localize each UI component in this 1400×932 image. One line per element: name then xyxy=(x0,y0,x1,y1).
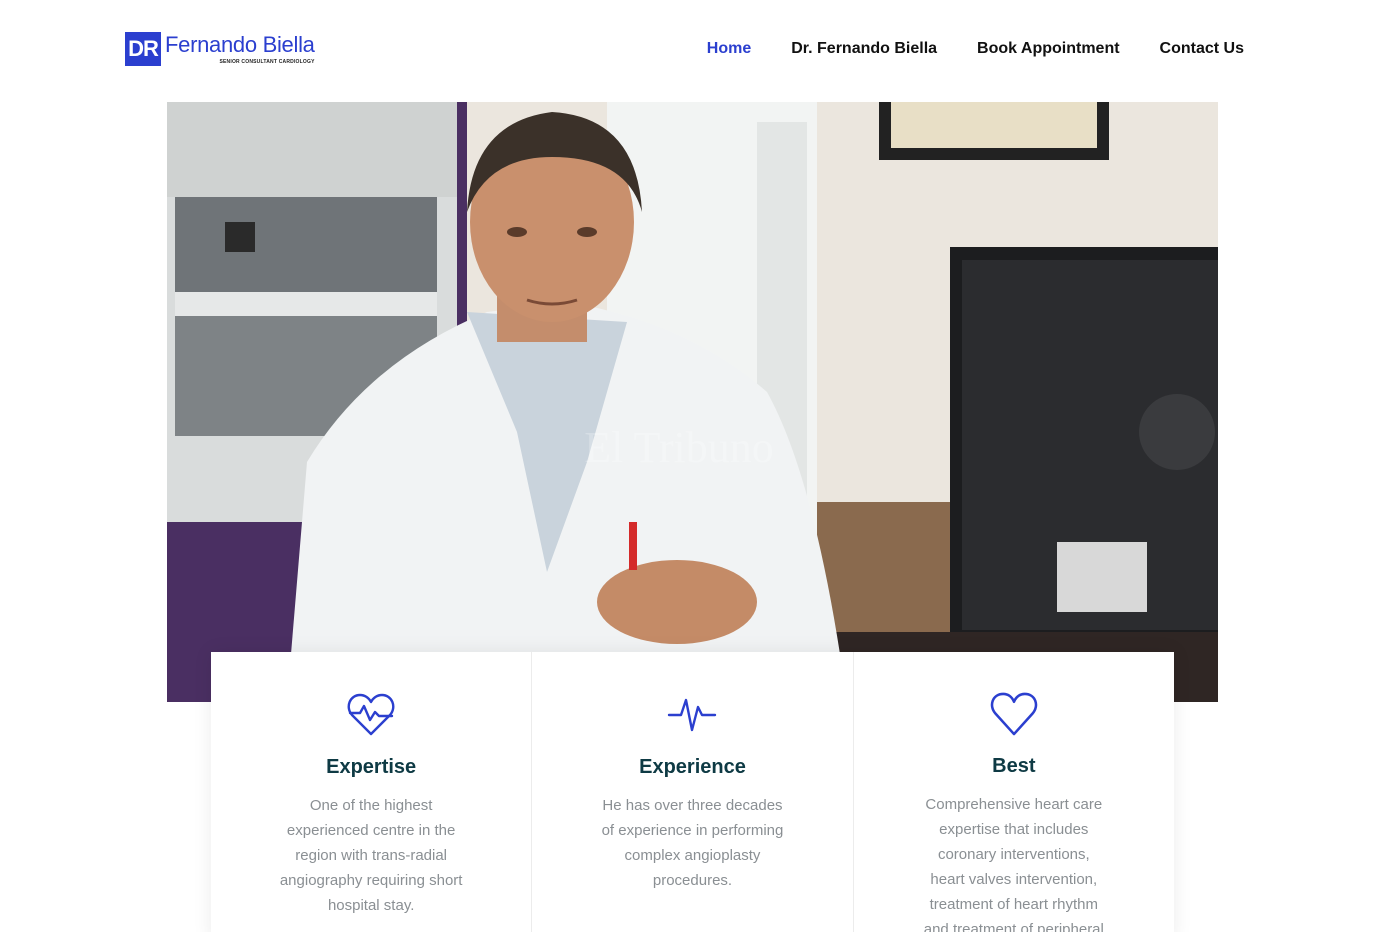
site-header: DR Fernando Biella SENIOR CONSULTANT CAR… xyxy=(0,0,1400,102)
feature-card-expertise: Expertise One of the highest experienced… xyxy=(211,652,533,932)
feature-card-best: Best Comprehensive heart care expertise … xyxy=(854,652,1174,932)
nav-link-dr-fernando-biella[interactable]: Dr. Fernando Biella xyxy=(791,38,937,60)
site-logo[interactable]: DR Fernando Biella SENIOR CONSULTANT CAR… xyxy=(125,32,315,66)
feature-text: Comprehensive heart care expertise that … xyxy=(923,796,1104,932)
logo-badge: DR xyxy=(125,32,161,66)
feature-text: He has over three decades of experience … xyxy=(601,797,784,889)
feature-card-experience: Experience He has over three decades of … xyxy=(532,652,854,932)
heart-pulse-icon xyxy=(347,693,395,736)
heart-outline-icon xyxy=(990,692,1038,736)
feature-title: Expertise xyxy=(326,756,417,778)
logo-text: Fernando Biella SENIOR CONSULTANT CARDIO… xyxy=(165,32,315,66)
logo-name: Fernando Biella xyxy=(165,32,315,57)
feature-text: One of the highest experienced centre in… xyxy=(279,797,463,914)
feature-cards: Expertise One of the highest experienced… xyxy=(211,652,1174,932)
nav-link-home[interactable]: Home xyxy=(707,38,751,60)
hero-watermark: El Tribuno xyxy=(584,423,774,472)
nav-link-book-appointment[interactable]: Book Appointment xyxy=(977,38,1120,60)
logo-subtitle: SENIOR CONSULTANT CARDIOLOGY xyxy=(219,59,315,65)
hero-doctor-photo: El Tribuno xyxy=(167,102,1218,702)
main-nav: Home Dr. Fernando Biella Book Appointmen… xyxy=(707,38,1244,60)
feature-title: Best xyxy=(992,755,1036,777)
heartbeat-line-icon xyxy=(668,698,717,732)
feature-title: Experience xyxy=(639,756,746,778)
nav-link-contact-us[interactable]: Contact Us xyxy=(1160,38,1244,60)
